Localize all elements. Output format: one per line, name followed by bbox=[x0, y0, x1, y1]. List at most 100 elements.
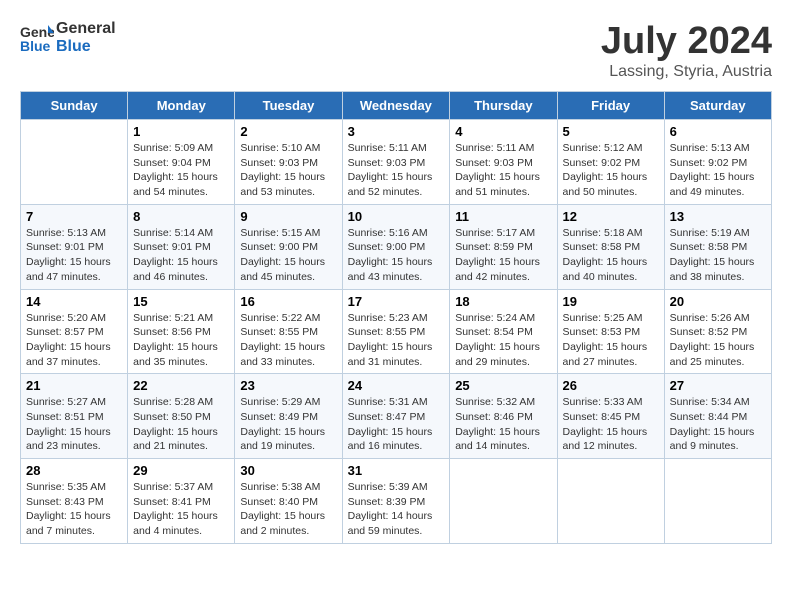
calendar-cell: 30 Sunrise: 5:38 AM Sunset: 8:40 PM Dayli… bbox=[235, 459, 342, 544]
day-number: 25 bbox=[455, 378, 551, 393]
day-info: Sunrise: 5:25 AM Sunset: 8:53 PM Dayligh… bbox=[563, 311, 659, 370]
calendar-cell: 17Sunrise: 5:23 AM Sunset: 8:55 PM Dayli… bbox=[342, 289, 450, 374]
week-row-1: 1Sunrise: 5:09 AM Sunset: 9:04 PM Daylig… bbox=[21, 120, 772, 205]
day-info: Sunrise: 5:24 AM Sunset: 8:54 PM Dayligh… bbox=[455, 311, 551, 370]
column-header-friday: Friday bbox=[557, 92, 664, 120]
day-number: 28 bbox=[26, 463, 122, 478]
day-number: 12 bbox=[563, 209, 659, 224]
header: General Blue General Blue July 2024 Lass… bbox=[20, 20, 772, 81]
calendar-cell: 20 Sunrise: 5:26 AM Sunset: 8:52 PM Dayli… bbox=[664, 289, 771, 374]
day-number: 24 bbox=[348, 378, 445, 393]
day-info: Sunrise: 5:12 AM Sunset: 9:02 PM Dayligh… bbox=[563, 141, 659, 200]
day-number: 9 bbox=[240, 209, 336, 224]
calendar-cell: 26 Sunrise: 5:33 AM Sunset: 8:45 PM Dayli… bbox=[557, 374, 664, 459]
logo-blue: Blue bbox=[56, 38, 116, 56]
day-info: Sunrise: 5:18 AM Sunset: 8:58 PM Dayligh… bbox=[563, 226, 659, 285]
calendar-cell bbox=[21, 120, 128, 205]
day-number: 18 bbox=[455, 294, 551, 309]
day-number: 3 bbox=[348, 124, 445, 139]
calendar-cell: 25 Sunrise: 5:32 AM Sunset: 8:46 PM Dayli… bbox=[450, 374, 557, 459]
day-info: Sunrise: 5:28 AM Sunset: 8:50 PM Dayligh… bbox=[133, 395, 229, 454]
day-info: Sunrise: 5:33 AM Sunset: 8:45 PM Dayligh… bbox=[563, 395, 659, 454]
day-info: Sunrise: 5:16 AM Sunset: 9:00 PM Dayligh… bbox=[348, 226, 445, 285]
day-info: Sunrise: 5:14 AM Sunset: 9:01 PM Dayligh… bbox=[133, 226, 229, 285]
column-header-sunday: Sunday bbox=[21, 92, 128, 120]
day-info: Sunrise: 5:37 AM Sunset: 8:41 PM Dayligh… bbox=[133, 480, 229, 539]
day-info: Sunrise: 5:38 AM Sunset: 8:40 PM Dayligh… bbox=[240, 480, 336, 539]
day-number: 31 bbox=[348, 463, 445, 478]
day-number: 27 bbox=[670, 378, 766, 393]
day-info: Sunrise: 5:22 AM Sunset: 8:55 PM Dayligh… bbox=[240, 311, 336, 370]
day-info: Sunrise: 5:19 AM Sunset: 8:58 PM Dayligh… bbox=[670, 226, 766, 285]
calendar-cell: 19 Sunrise: 5:25 AM Sunset: 8:53 PM Dayli… bbox=[557, 289, 664, 374]
calendar-cell: 15 Sunrise: 5:21 AM Sunset: 8:56 PM Dayli… bbox=[128, 289, 235, 374]
calendar-cell: 28Sunrise: 5:35 AM Sunset: 8:43 PM Dayli… bbox=[21, 459, 128, 544]
calendar-header-row: SundayMondayTuesdayWednesdayThursdayFrid… bbox=[21, 92, 772, 120]
day-info: Sunrise: 5:21 AM Sunset: 8:56 PM Dayligh… bbox=[133, 311, 229, 370]
week-row-3: 14 Sunrise: 5:20 AM Sunset: 8:57 PM Dayli… bbox=[21, 289, 772, 374]
week-row-2: 7Sunrise: 5:13 AM Sunset: 9:01 PM Daylig… bbox=[21, 204, 772, 289]
calendar-cell: 24 Sunrise: 5:31 AM Sunset: 8:47 PM Dayli… bbox=[342, 374, 450, 459]
day-number: 14 bbox=[26, 294, 122, 309]
logo-icon: General Blue bbox=[20, 23, 54, 53]
day-number: 11 bbox=[455, 209, 551, 224]
calendar-cell: 7Sunrise: 5:13 AM Sunset: 9:01 PM Daylig… bbox=[21, 204, 128, 289]
day-info: Sunrise: 5:17 AM Sunset: 8:59 PM Dayligh… bbox=[455, 226, 551, 285]
calendar-cell: 3Sunrise: 5:11 AM Sunset: 9:03 PM Daylig… bbox=[342, 120, 450, 205]
week-row-4: 21Sunrise: 5:27 AM Sunset: 8:51 PM Dayli… bbox=[21, 374, 772, 459]
calendar-cell: 23Sunrise: 5:29 AM Sunset: 8:49 PM Dayli… bbox=[235, 374, 342, 459]
day-info: Sunrise: 5:20 AM Sunset: 8:57 PM Dayligh… bbox=[26, 311, 122, 370]
day-number: 5 bbox=[563, 124, 659, 139]
day-info: Sunrise: 5:34 AM Sunset: 8:44 PM Dayligh… bbox=[670, 395, 766, 454]
column-header-monday: Monday bbox=[128, 92, 235, 120]
calendar-cell: 14 Sunrise: 5:20 AM Sunset: 8:57 PM Dayli… bbox=[21, 289, 128, 374]
day-number: 30 bbox=[240, 463, 336, 478]
calendar-cell: 2Sunrise: 5:10 AM Sunset: 9:03 PM Daylig… bbox=[235, 120, 342, 205]
day-number: 29 bbox=[133, 463, 229, 478]
calendar-cell bbox=[557, 459, 664, 544]
calendar-cell: 4Sunrise: 5:11 AM Sunset: 9:03 PM Daylig… bbox=[450, 120, 557, 205]
calendar-cell: 8 Sunrise: 5:14 AM Sunset: 9:01 PM Daylig… bbox=[128, 204, 235, 289]
calendar-cell: 16 Sunrise: 5:22 AM Sunset: 8:55 PM Dayli… bbox=[235, 289, 342, 374]
svg-text:Blue: Blue bbox=[20, 38, 51, 53]
calendar-cell: 6Sunrise: 5:13 AM Sunset: 9:02 PM Daylig… bbox=[664, 120, 771, 205]
day-number: 26 bbox=[563, 378, 659, 393]
day-info: Sunrise: 5:26 AM Sunset: 8:52 PM Dayligh… bbox=[670, 311, 766, 370]
day-number: 15 bbox=[133, 294, 229, 309]
day-info: Sunrise: 5:31 AM Sunset: 8:47 PM Dayligh… bbox=[348, 395, 445, 454]
calendar-cell: 18 Sunrise: 5:24 AM Sunset: 8:54 PM Dayli… bbox=[450, 289, 557, 374]
day-info: Sunrise: 5:32 AM Sunset: 8:46 PM Dayligh… bbox=[455, 395, 551, 454]
day-number: 2 bbox=[240, 124, 336, 139]
day-number: 6 bbox=[670, 124, 766, 139]
day-number: 8 bbox=[133, 209, 229, 224]
logo: General Blue General Blue bbox=[20, 20, 116, 55]
calendar-cell: 10 Sunrise: 5:16 AM Sunset: 9:00 PM Dayli… bbox=[342, 204, 450, 289]
calendar-cell: 9 Sunrise: 5:15 AM Sunset: 9:00 PM Daylig… bbox=[235, 204, 342, 289]
day-number: 1 bbox=[133, 124, 229, 139]
calendar-cell: 21Sunrise: 5:27 AM Sunset: 8:51 PM Dayli… bbox=[21, 374, 128, 459]
calendar-cell bbox=[664, 459, 771, 544]
day-number: 19 bbox=[563, 294, 659, 309]
day-number: 13 bbox=[670, 209, 766, 224]
day-number: 16 bbox=[240, 294, 336, 309]
day-info: Sunrise: 5:23 AM Sunset: 8:55 PM Dayligh… bbox=[348, 311, 445, 370]
day-info: Sunrise: 5:39 AM Sunset: 8:39 PM Dayligh… bbox=[348, 480, 445, 539]
calendar-cell: 13 Sunrise: 5:19 AM Sunset: 8:58 PM Dayli… bbox=[664, 204, 771, 289]
main-title: July 2024 bbox=[601, 20, 772, 63]
day-number: 10 bbox=[348, 209, 445, 224]
calendar-cell: 11 Sunrise: 5:17 AM Sunset: 8:59 PM Dayli… bbox=[450, 204, 557, 289]
week-row-5: 28Sunrise: 5:35 AM Sunset: 8:43 PM Dayli… bbox=[21, 459, 772, 544]
logo-general: General bbox=[56, 20, 116, 38]
calendar-cell: 1Sunrise: 5:09 AM Sunset: 9:04 PM Daylig… bbox=[128, 120, 235, 205]
day-number: 20 bbox=[670, 294, 766, 309]
day-info: Sunrise: 5:15 AM Sunset: 9:00 PM Dayligh… bbox=[240, 226, 336, 285]
calendar-cell: 31 Sunrise: 5:39 AM Sunset: 8:39 PM Dayli… bbox=[342, 459, 450, 544]
day-number: 23 bbox=[240, 378, 336, 393]
day-info: Sunrise: 5:27 AM Sunset: 8:51 PM Dayligh… bbox=[26, 395, 122, 454]
day-number: 7 bbox=[26, 209, 122, 224]
subtitle: Lassing, Styria, Austria bbox=[601, 63, 772, 81]
calendar-cell: 22Sunrise: 5:28 AM Sunset: 8:50 PM Dayli… bbox=[128, 374, 235, 459]
calendar-table: SundayMondayTuesdayWednesdayThursdayFrid… bbox=[20, 91, 772, 544]
column-header-wednesday: Wednesday bbox=[342, 92, 450, 120]
calendar-cell: 5 Sunrise: 5:12 AM Sunset: 9:02 PM Daylig… bbox=[557, 120, 664, 205]
